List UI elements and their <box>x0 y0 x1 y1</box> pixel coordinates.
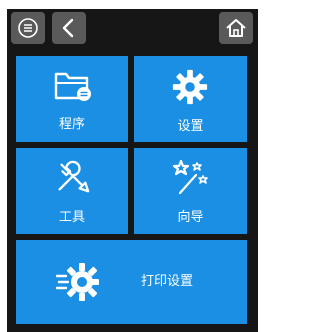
menu-circle-icon <box>18 18 38 38</box>
back-button[interactable] <box>52 12 86 44</box>
tools-label: 工具 <box>58 210 85 225</box>
tools-tile[interactable]: 工具 <box>16 148 128 234</box>
home-button[interactable] <box>219 12 253 44</box>
fast-gear-icon <box>56 263 99 301</box>
folder-icon <box>54 72 91 101</box>
wizard-label: 向导 <box>177 210 204 225</box>
chevron-left-icon <box>62 18 74 38</box>
gear-icon <box>172 69 208 105</box>
menu-button[interactable] <box>11 12 45 44</box>
wrench-screwdriver-icon <box>58 160 90 193</box>
home-icon <box>226 19 246 37</box>
screen: 程序 设置 工具 向导 打印设置 <box>7 9 258 332</box>
print-settings-label: 打印设置 <box>141 274 194 289</box>
magic-wand-icon <box>172 159 208 195</box>
program-tile[interactable]: 程序 <box>16 56 128 142</box>
settings-tile[interactable]: 设置 <box>134 56 247 142</box>
settings-label: 设置 <box>177 119 204 134</box>
program-label: 程序 <box>58 117 85 132</box>
wizard-tile[interactable]: 向导 <box>134 148 247 234</box>
print-settings-tile[interactable]: 打印设置 <box>16 240 247 324</box>
